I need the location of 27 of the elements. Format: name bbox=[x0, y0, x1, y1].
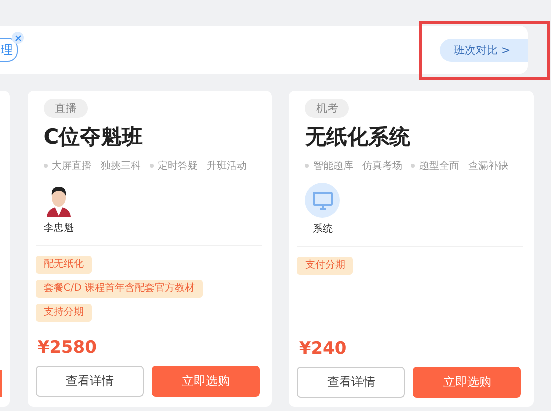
feature-text: 仿真考场 bbox=[362, 160, 402, 173]
price: ¥2580 bbox=[38, 338, 97, 358]
feature-text: 升班活动 bbox=[206, 160, 247, 173]
promo-tag: 支付分期 bbox=[297, 257, 354, 275]
feature-text: 定时答疑 bbox=[158, 160, 198, 173]
category-tag: 机考 bbox=[305, 99, 350, 118]
course-title: C位夺魁班 bbox=[44, 124, 144, 151]
buy-button[interactable]: 立即选购 bbox=[413, 367, 522, 398]
category-tag: 直播 bbox=[44, 99, 88, 118]
monitor-icon bbox=[305, 183, 340, 218]
feature-text: 查漏补缺 bbox=[468, 160, 508, 173]
promo-tag: 支持分期 bbox=[36, 304, 92, 322]
promo-tag: 配无纸化 bbox=[36, 256, 92, 274]
details-button[interactable]: 查看详情 bbox=[297, 367, 406, 398]
course-title: 无纸化系统 bbox=[305, 124, 410, 151]
details-button[interactable]: 查看详情 bbox=[36, 366, 144, 397]
feature-text: 独挑三科 bbox=[100, 160, 141, 173]
close-icon[interactable] bbox=[12, 32, 24, 44]
provider-name: 系统 bbox=[312, 222, 333, 236]
buy-button[interactable]: 立即选购 bbox=[152, 366, 260, 397]
provider-name: 李忠魁 bbox=[44, 222, 74, 235]
feature-text: 题型全面 bbox=[419, 160, 460, 173]
feature-text: 大屏直播 bbox=[52, 160, 92, 173]
price: ¥240 bbox=[299, 339, 347, 359]
promo-tag: 套餐C/D 课程首年含配套官方教材 bbox=[36, 280, 203, 298]
feature-text: 智能题库 bbox=[313, 160, 354, 173]
compare-button[interactable]: 班次对比 > bbox=[440, 38, 528, 62]
